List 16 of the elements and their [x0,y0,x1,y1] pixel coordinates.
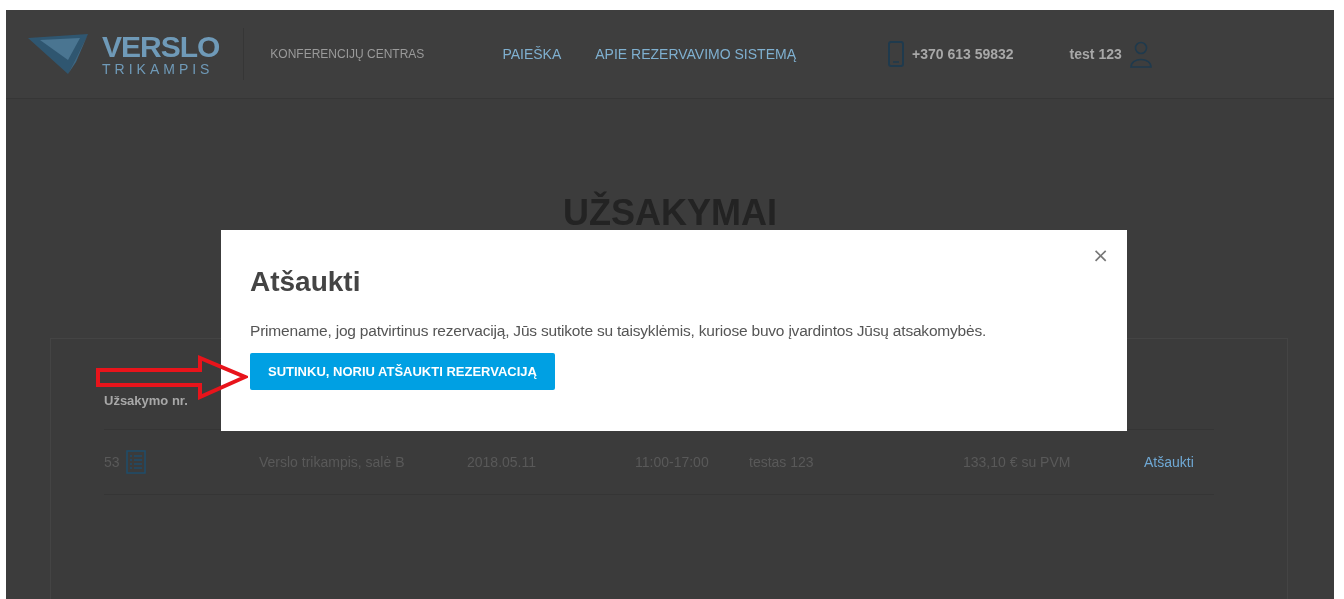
close-button[interactable]: × [1092,244,1109,266]
user-link[interactable]: test 123 [1069,46,1122,62]
list-icon [125,450,146,474]
user-icon [1129,40,1152,68]
nav-link[interactable]: APIE REZERVAVIMO SISTEMĄ [595,46,796,62]
cancel-link[interactable]: Atšaukti [1144,454,1194,470]
phone-number: +370 613 59832 [912,46,1014,62]
phone-icon [888,41,904,67]
confirm-button[interactable]: SUTINKU, NORIU ATŠAUKTI REZERVACIJĄ [250,353,555,390]
column-header: Užsakymo nr. [104,393,188,408]
logo-subtitle: TRIKAMPIS [102,62,215,76]
logo-text: VERSLO [102,32,220,62]
nav-link[interactable]: PAIEŠKA [502,46,562,62]
header-tagline: KONFERENCIJŲ CENTRAS [243,28,425,80]
modal-message: Primename, jog patvirtinus rezervaciją, Jūs sutikote su taisyklėmis, kuriose buvo įvardintos Jūsų atsakomybės. [250,321,988,341]
modal-title: Atšaukti [250,265,362,299]
